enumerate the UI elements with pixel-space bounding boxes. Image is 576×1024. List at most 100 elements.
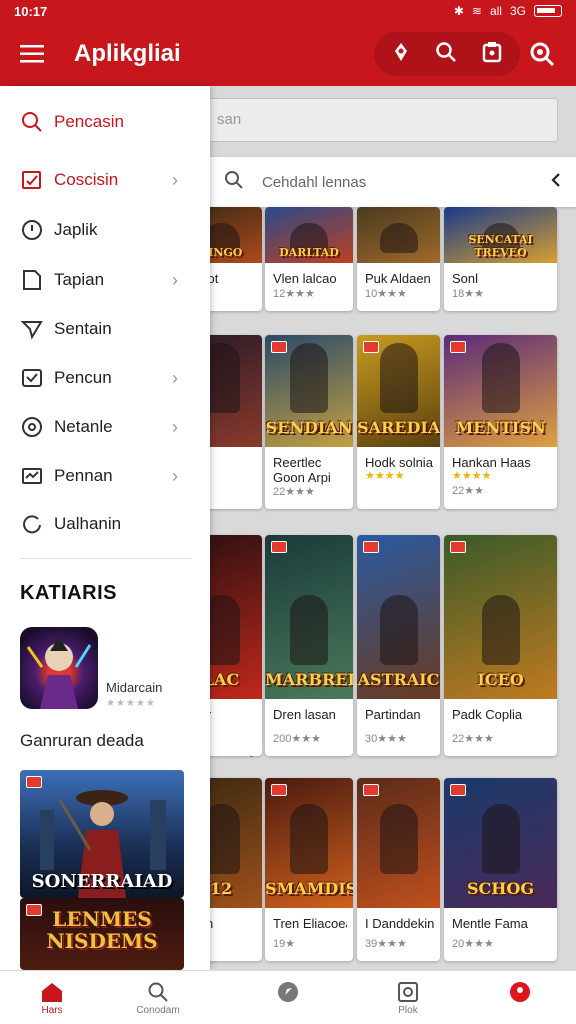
game-title: Mentle Fama	[452, 916, 528, 931]
banner-1[interactable]: SONERRAIAD	[20, 770, 184, 898]
home-icon	[42, 983, 62, 1002]
game-card[interactable]: SCHOG Mentle Fama 20★★★	[444, 778, 557, 961]
star-rating: ★★★★	[365, 470, 405, 482]
drawer-item-8[interactable]: Ualhanin	[0, 502, 210, 546]
drawer-item-label: Netanle	[54, 417, 113, 436]
character-figure	[379, 343, 418, 413]
game-artwork: MARBREIK	[265, 535, 353, 699]
search-row[interactable]: Cehdahl lennas	[210, 157, 576, 207]
clipboard-icon[interactable]	[482, 41, 502, 68]
rating-value: 12★★★	[273, 288, 315, 300]
edit-icon	[20, 168, 44, 192]
mail-icon	[20, 464, 44, 488]
game-card[interactable]: I Danddekin 39★★★	[357, 778, 440, 961]
app-bar: Aplikgliai	[0, 22, 576, 86]
game-card[interactable]: MARBREIK Dren lasan 200★★★	[265, 535, 353, 756]
drawer-item-label: Pencasin	[54, 112, 124, 131]
game-title: Puk Aldaen	[365, 271, 431, 286]
game-card[interactable]: SENCATAI TREVEO Sonl 18★★	[444, 207, 557, 311]
banner-1-title: SONERRAIAD	[31, 871, 173, 892]
nav-home[interactable]: Hars	[12, 971, 92, 1024]
drawer-item-5[interactable]: Pencun ›	[0, 356, 210, 400]
drawer-item-label: Sentain	[54, 319, 112, 338]
drawer-item-0[interactable]: Pencasin	[0, 100, 210, 144]
rating-value: 30★★★	[365, 733, 407, 745]
game-artwork: SMAMDIS	[265, 778, 353, 908]
game-rating: 20★★★	[452, 937, 494, 950]
profile-icon	[510, 982, 530, 1002]
drawer-item-2[interactable]: Japlik	[0, 208, 210, 252]
game-card[interactable]: SAREDIA Hodk solnia Saldanecia★★★★	[357, 335, 440, 509]
nav-image-label: Plok	[398, 1005, 418, 1016]
menu-icon[interactable]	[0, 22, 64, 86]
nav-profile[interactable]	[480, 971, 560, 1024]
game-card[interactable]: SMAMDIS Tren Eliacoea 19★	[265, 778, 353, 961]
drawer-divider	[20, 558, 192, 559]
character-figure	[379, 223, 418, 253]
location-icon[interactable]	[392, 42, 410, 67]
game-card[interactable]: DARLTAD Vlen lalcao 12★★★	[265, 207, 353, 311]
wifi-icon: ≋	[471, 4, 482, 18]
game-rating: 12★★★	[273, 287, 315, 300]
drawer-item-label: Pencun	[54, 368, 112, 387]
game-artwork: SENDIAN	[265, 335, 353, 447]
rating-value: 22★★	[452, 485, 484, 497]
character-figure	[481, 595, 520, 665]
status-icons: ✱ ≋ all 3G	[454, 4, 562, 18]
game-art-title: SENDIAN	[265, 418, 353, 437]
background-search-field[interactable]: san	[200, 98, 558, 142]
section-title: KATIARIS	[20, 582, 117, 604]
game-artwork	[357, 778, 440, 908]
game-card[interactable]: MENTISN Hankan Haas ★★★★ 22★★	[444, 335, 557, 509]
image-icon	[398, 982, 418, 1002]
drawer-item-7[interactable]: Pennan ›	[0, 454, 210, 498]
game-card[interactable]: ICEO Padk Coplia 22★★★	[444, 535, 557, 756]
chevron-right-icon: ›	[172, 367, 178, 388]
drawer-item-3[interactable]: Tapian ›	[0, 258, 210, 302]
search-icon[interactable]	[435, 41, 457, 68]
game-rating: 22★★★	[452, 732, 494, 745]
game-artwork: DARLTAD	[265, 207, 353, 263]
battery-icon	[534, 5, 562, 17]
game-card[interactable]: Puk Aldaen 10★★★	[357, 207, 440, 311]
nav-search-label: Conodam	[136, 1005, 180, 1016]
game-title: Tren Eliacoea	[273, 916, 347, 931]
drawer-item-label: Ualhanin	[54, 514, 122, 533]
app-title: Aplikgliai	[74, 40, 181, 67]
rating-value: 20★★★	[452, 938, 494, 950]
chevron-left-icon[interactable]	[550, 172, 562, 193]
badge-icon	[271, 541, 287, 553]
badge-icon	[450, 784, 466, 796]
game-rating: 39★★★	[365, 937, 407, 950]
nav-image[interactable]: Plok	[368, 971, 448, 1024]
drawer-item-1[interactable]: Coscisin ›	[0, 158, 210, 202]
search-icon	[224, 170, 244, 195]
game-artwork: SCHOG	[444, 778, 557, 908]
featured-app-name: Midarcain	[106, 680, 163, 695]
nav-compass[interactable]	[248, 971, 328, 1024]
search-alt-icon[interactable]	[522, 34, 562, 74]
featured-app-rating: ★★★★★	[106, 698, 156, 709]
game-art-title: SMAMDIS	[265, 879, 353, 898]
badge-icon	[363, 341, 379, 353]
game-title: I Danddekin	[365, 916, 434, 931]
nav-search[interactable]: Conodam	[118, 971, 198, 1024]
drawer-item-label: Coscisin	[54, 170, 119, 189]
search-icon	[148, 982, 168, 1002]
game-artwork: ICEO	[444, 535, 557, 699]
banner-2[interactable]: LENMES NISDEMS	[20, 898, 184, 970]
game-rating: 30★★★	[365, 732, 407, 745]
badge-icon	[363, 541, 379, 553]
game-card[interactable]: ASTRAIC Partindan 30★★★	[357, 535, 440, 756]
featured-app-icon[interactable]	[20, 627, 98, 709]
bluetooth-icon: ✱	[453, 4, 464, 18]
drawer-item-6[interactable]: Netanle ›	[0, 405, 210, 449]
game-card[interactable]: SENDIAN Reertlec Goon Arpi 22★★★	[265, 335, 353, 509]
game-artwork	[357, 207, 440, 263]
banner-2-title: LENMES NISDEMS	[46, 907, 158, 953]
badge-icon	[450, 341, 466, 353]
game-title: Hodk solnia Saldanecia	[365, 455, 434, 470]
character-figure	[379, 595, 418, 665]
drawer-item-4[interactable]: Sentain	[0, 307, 210, 351]
compass-icon	[278, 982, 298, 1002]
